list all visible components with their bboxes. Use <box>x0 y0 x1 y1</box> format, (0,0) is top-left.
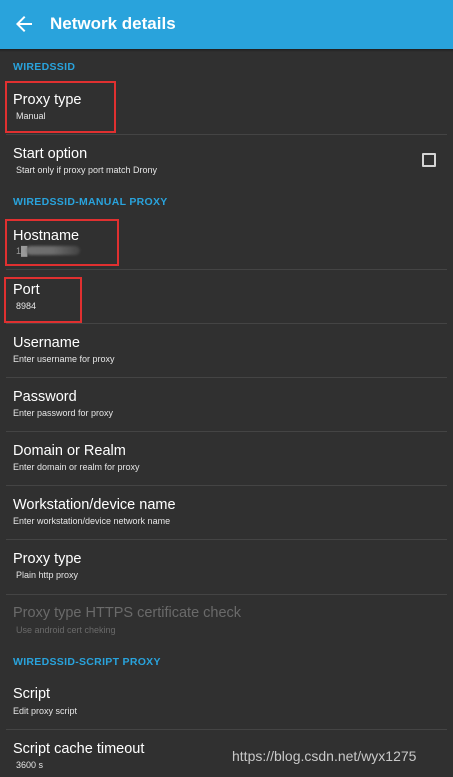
pref-title: Port <box>13 282 40 298</box>
pref-title: Proxy type HTTPS certificate check <box>13 605 242 621</box>
pref-title: Proxy type <box>13 551 82 567</box>
pref-title: Script cache timeout <box>13 741 145 757</box>
pref-summary: Start only if proxy port match Drony <box>16 165 158 175</box>
pref-title: Password <box>13 389 77 405</box>
pref-proxy-type[interactable]: Proxy type Manual <box>0 80 453 134</box>
pref-summary: Enter username for proxy <box>13 354 115 364</box>
app-bar-shadow <box>0 49 453 52</box>
pref-workstation[interactable]: Workstation/device name Enter workstatio… <box>0 486 453 539</box>
pref-start-option[interactable]: Start option Start only if proxy port ma… <box>0 135 453 189</box>
pref-title: Script <box>13 686 51 702</box>
pref-username[interactable]: Username Enter username for proxy <box>0 324 453 377</box>
pref-title: Workstation/device name <box>13 497 176 513</box>
pref-summary: Enter password for proxy <box>13 408 114 418</box>
arrow-left-icon[interactable] <box>12 12 36 36</box>
pref-summary: 3600 s <box>16 760 44 770</box>
section-header-manual-proxy: WIREDSSID-MANUAL PROXY <box>13 196 168 208</box>
pref-script[interactable]: Script Edit proxy script <box>0 675 453 729</box>
pref-summary: Use android cert cheking <box>16 625 116 635</box>
section-header-script-proxy: WIREDSSID-SCRIPT PROXY <box>13 656 161 668</box>
section-header-wiredssid: WIREDSSID <box>13 61 76 73</box>
redaction-blur <box>26 246 80 255</box>
pref-summary: Enter workstation/device network name <box>13 516 171 526</box>
pref-proxy-type-2[interactable]: Proxy type Plain http proxy <box>0 540 453 594</box>
pref-summary: Enter domain or realm for proxy <box>13 462 140 472</box>
pref-hostname[interactable]: Hostname 1█ <box>0 215 453 269</box>
page-title: Network details <box>50 14 176 33</box>
pref-title: Domain or Realm <box>13 443 126 459</box>
pref-title: Username <box>13 335 80 351</box>
pref-https-cert-check: Proxy type HTTPS certificate check Use a… <box>0 595 453 648</box>
app-bar: Network details <box>0 0 453 49</box>
pref-summary: Edit proxy script <box>13 706 78 716</box>
pref-title: Start option <box>13 146 88 162</box>
pref-domain-realm[interactable]: Domain or Realm Enter domain or realm fo… <box>0 432 453 485</box>
pref-summary: Manual <box>16 111 46 121</box>
pref-summary: 8984 <box>16 301 37 311</box>
pref-password[interactable]: Password Enter password for proxy <box>0 378 453 431</box>
pref-title: Proxy type <box>13 92 82 108</box>
start-option-checkbox[interactable] <box>422 153 436 167</box>
pref-summary: Plain http proxy <box>16 570 79 580</box>
pref-port[interactable]: Port 8984 <box>0 270 453 323</box>
watermark: https://blog.csdn.net/wyx1275 <box>232 748 417 764</box>
pref-title: Hostname <box>13 228 80 244</box>
